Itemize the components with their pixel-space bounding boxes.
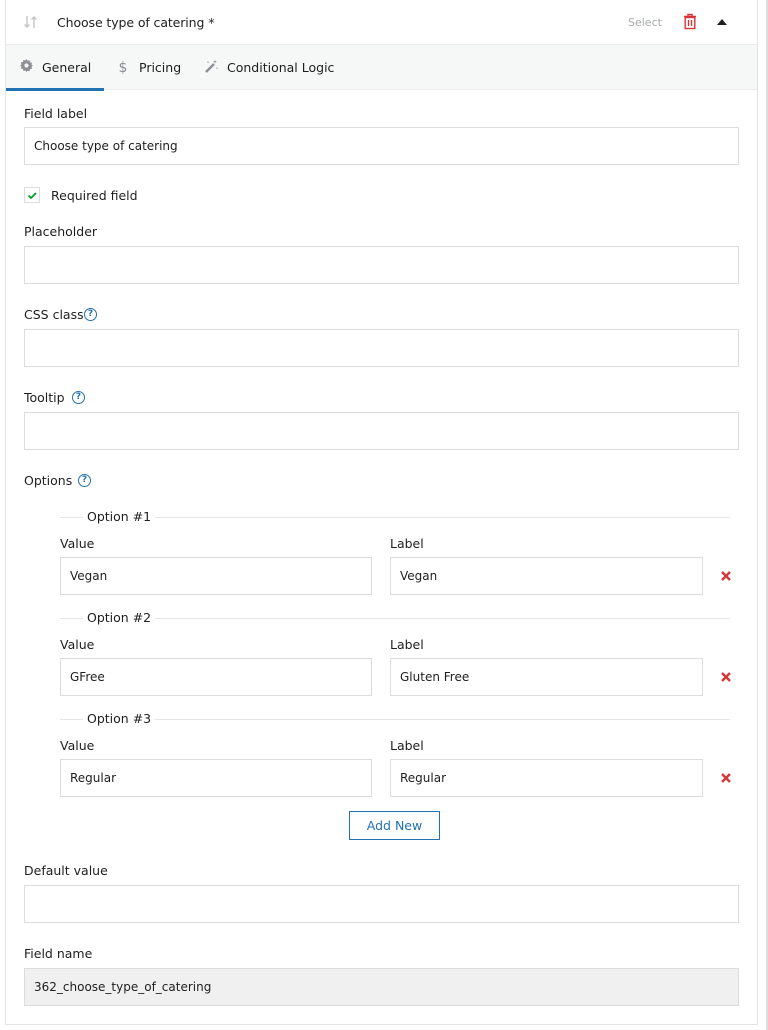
help-icon[interactable]: ? xyxy=(78,474,91,487)
trash-icon[interactable] xyxy=(683,13,699,31)
remove-option-icon[interactable] xyxy=(720,671,732,683)
tooltip-label: Tooltip xyxy=(24,390,65,405)
placeholder-label: Placeholder xyxy=(24,224,98,239)
option-value-input[interactable] xyxy=(60,759,372,797)
option-legend: Option #3 xyxy=(83,711,156,726)
add-new-option-button[interactable]: Add New xyxy=(349,811,440,840)
option-label-input[interactable] xyxy=(390,759,703,797)
magic-wand-icon xyxy=(204,59,219,77)
field-title: Choose type of catering * xyxy=(57,15,215,30)
option-divider xyxy=(60,517,730,518)
css-class-input[interactable] xyxy=(24,329,739,367)
field-label-input[interactable] xyxy=(24,127,739,165)
field-label-label: Field label xyxy=(24,106,88,121)
option-label-input[interactable] xyxy=(390,557,703,595)
option-value-label: Value xyxy=(60,637,95,652)
tab-general[interactable]: General xyxy=(5,45,105,91)
required-field-checkbox[interactable] xyxy=(24,187,40,203)
option-label-input[interactable] xyxy=(390,658,703,696)
option-value-label: Value xyxy=(60,738,95,753)
help-icon[interactable]: ? xyxy=(84,308,97,321)
option-value-input[interactable] xyxy=(60,557,372,595)
option-label-label: Label xyxy=(390,738,424,753)
default-value-label: Default value xyxy=(24,863,108,878)
tooltip-input[interactable] xyxy=(24,412,739,450)
field-header[interactable]: Choose type of catering * Select xyxy=(6,0,757,45)
options-label: Options xyxy=(24,473,73,488)
gear-icon xyxy=(19,59,33,76)
remove-option-icon[interactable] xyxy=(720,772,732,784)
caret-up-icon[interactable] xyxy=(717,19,727,25)
option-label-label: Label xyxy=(390,536,424,551)
tab-bar: General $ Pricing Conditional Logic xyxy=(5,45,757,91)
default-value-input[interactable] xyxy=(24,885,739,923)
field-name-label: Field name xyxy=(24,946,93,961)
tab-general-label: General xyxy=(42,60,92,75)
option-label-label: Label xyxy=(390,637,424,652)
option-value-input[interactable] xyxy=(60,658,372,696)
tab-conditional-logic-label: Conditional Logic xyxy=(227,60,335,75)
required-field-label: Required field xyxy=(51,188,138,203)
option-divider xyxy=(60,618,730,619)
css-class-label: CSS class xyxy=(24,307,84,322)
sort-arrows-icon[interactable] xyxy=(23,14,39,30)
tab-pricing-label: Pricing xyxy=(139,60,182,75)
option-legend: Option #1 xyxy=(83,509,156,524)
option-legend: Option #2 xyxy=(83,610,156,625)
field-name-input[interactable] xyxy=(24,968,739,1006)
remove-option-icon[interactable] xyxy=(720,570,732,582)
option-divider xyxy=(60,719,730,720)
check-icon xyxy=(27,192,37,200)
help-icon[interactable]: ? xyxy=(72,391,85,404)
dollar-icon: $ xyxy=(118,59,128,76)
field-type-label: Select xyxy=(628,16,662,29)
tab-pricing[interactable]: $ Pricing xyxy=(116,45,182,90)
option-value-label: Value xyxy=(60,536,95,551)
placeholder-input[interactable] xyxy=(24,246,739,284)
tab-conditional-logic[interactable]: Conditional Logic xyxy=(204,45,334,90)
